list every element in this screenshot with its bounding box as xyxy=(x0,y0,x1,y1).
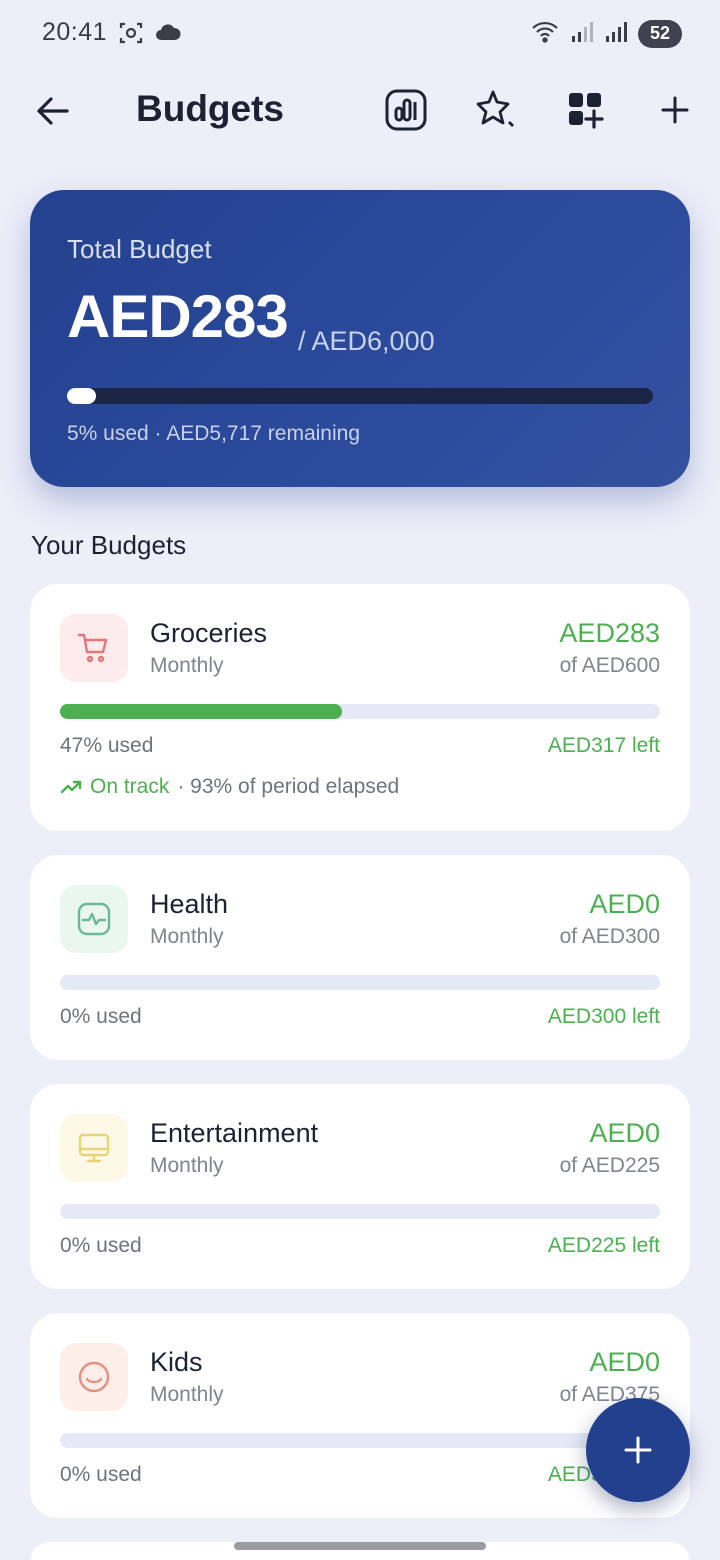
signal-icon xyxy=(570,18,594,49)
screenshot-icon xyxy=(118,20,144,51)
add-budget-fab[interactable] xyxy=(586,1398,690,1502)
total-spent-amount: AED283 xyxy=(67,283,289,350)
budget-name: Health xyxy=(150,889,229,919)
total-usage-note: 5% used · AED5,717 remaining xyxy=(67,422,361,445)
budget-card-health[interactable]: Health Monthly AED0 of AED300 0% used AE… xyxy=(30,855,690,1060)
budget-name: Groceries xyxy=(150,618,268,648)
budget-period: Monthly xyxy=(150,654,224,677)
health-icon xyxy=(77,902,111,936)
budget-limit: of AED225 xyxy=(559,1154,660,1177)
budget-card-entertainment[interactable]: Entertainment Monthly AED0 of AED225 0% … xyxy=(30,1084,690,1289)
budget-remaining: AED300 left xyxy=(547,1005,660,1028)
budget-spent: AED0 xyxy=(589,1347,660,1377)
status-bar: 20:41 52 xyxy=(0,0,720,68)
status-icons-right: 52 xyxy=(530,18,682,49)
budget-progress-fill xyxy=(60,704,342,719)
app-header: Budgets xyxy=(0,70,720,150)
section-title: Your Budgets xyxy=(31,530,187,560)
analytics-button[interactable] xyxy=(382,86,430,134)
budget-limit: of AED600 xyxy=(559,654,660,677)
back-button[interactable] xyxy=(30,88,76,134)
trending-up-icon xyxy=(60,780,82,794)
total-budget-limit: / AED6,000 xyxy=(298,326,435,356)
budget-period: Monthly xyxy=(150,1154,224,1177)
category-icon-container xyxy=(60,614,128,682)
smile-icon xyxy=(78,1361,110,1393)
budget-name: Entertainment xyxy=(150,1118,319,1148)
budget-progress-track xyxy=(60,704,660,719)
budget-period: Monthly xyxy=(150,1383,224,1406)
arrow-left-icon xyxy=(37,97,69,125)
budget-used-percent: 0% used xyxy=(60,1005,142,1028)
budget-spent: AED0 xyxy=(589,889,660,919)
budget-used-percent: 0% used xyxy=(60,1234,142,1257)
budget-remaining: AED225 left xyxy=(547,1234,660,1257)
budget-progress-track xyxy=(60,1433,660,1448)
grid-add-icon xyxy=(569,93,604,129)
plus-icon xyxy=(661,96,689,124)
total-budget-card[interactable]: Total Budget AED283 / AED6,000 5% used ·… xyxy=(30,190,690,487)
monitor-icon xyxy=(78,1133,110,1163)
cart-icon xyxy=(77,633,108,663)
plus-icon xyxy=(624,1436,652,1464)
total-budget-label: Total Budget xyxy=(67,234,212,264)
budget-card-groceries[interactable]: Groceries Monthly AED283 of AED600 47% u… xyxy=(30,584,690,831)
cloud-icon xyxy=(154,20,182,51)
budget-name: Kids xyxy=(150,1347,203,1377)
budget-used-percent: 47% used xyxy=(60,734,154,757)
budget-status-row: On track · 93% of period elapsed xyxy=(60,775,399,799)
sparkle-icon xyxy=(476,90,514,127)
home-indicator[interactable] xyxy=(234,1542,486,1550)
budgets-screen: 20:41 52 Budgets Total Budget AED283 / A… xyxy=(0,0,720,1560)
page-title: Budgets xyxy=(136,88,284,129)
chart-icon xyxy=(385,89,427,131)
status-time: 20:41 xyxy=(42,18,108,46)
budget-status-label: On track xyxy=(90,775,170,798)
category-icon-container xyxy=(60,1114,128,1182)
wifi-icon xyxy=(530,18,560,49)
budget-remaining: AED317 left xyxy=(547,734,660,757)
signal-r-icon xyxy=(604,18,628,49)
budget-card-kids[interactable]: Kids Monthly AED0 of AED375 0% used AED3… xyxy=(30,1313,690,1518)
total-progress-track xyxy=(67,388,653,404)
category-icon-container xyxy=(60,1343,128,1411)
budget-limit: of AED300 xyxy=(559,925,660,948)
add-widget-button[interactable] xyxy=(561,86,609,134)
budget-spent: AED283 xyxy=(559,618,660,648)
insights-button[interactable] xyxy=(471,86,519,134)
budget-used-percent: 0% used xyxy=(60,1463,142,1486)
battery-indicator: 52 xyxy=(638,19,682,48)
budget-progress-track xyxy=(60,975,660,990)
budget-progress-track xyxy=(60,1204,660,1219)
budget-period: Monthly xyxy=(150,925,224,948)
budget-spent: AED0 xyxy=(589,1118,660,1148)
add-budget-button[interactable] xyxy=(651,86,699,134)
category-icon-container xyxy=(60,885,128,953)
budget-period-elapsed: · 93% of period elapsed xyxy=(177,775,400,798)
status-icons-left xyxy=(118,20,182,51)
total-progress-fill xyxy=(67,388,97,404)
